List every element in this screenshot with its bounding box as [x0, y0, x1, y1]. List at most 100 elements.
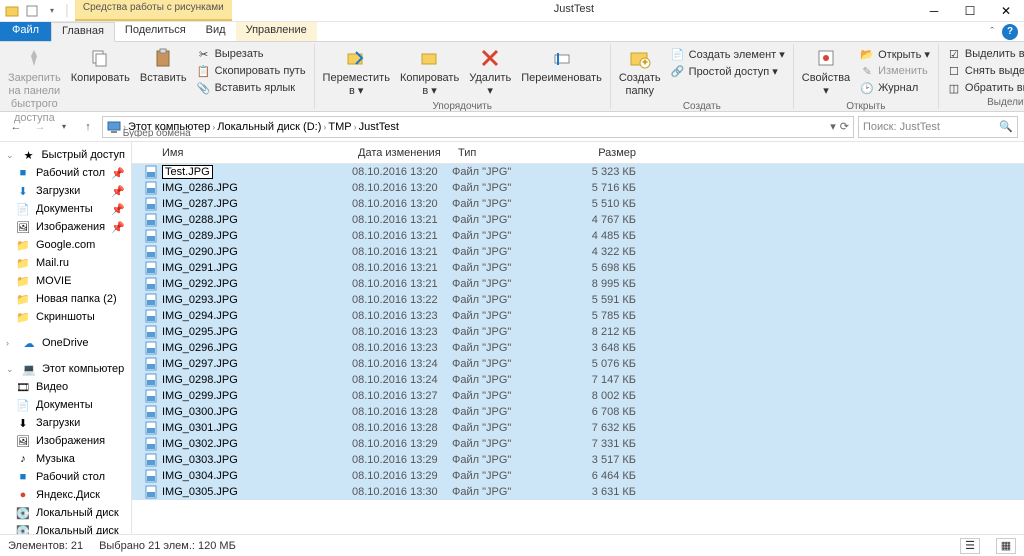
copy-path-button[interactable]: 📋Скопировать путь [193, 63, 310, 79]
table-row[interactable]: IMG_0291.JPG08.10.2016 13:21Файл "JPG"5 … [132, 260, 1024, 276]
table-row[interactable]: IMG_0287.JPG08.10.2016 13:20Файл "JPG"5 … [132, 196, 1024, 212]
invert-selection-button[interactable]: ◫Обратить выделение [943, 80, 1024, 96]
col-size[interactable]: Размер [552, 147, 642, 159]
nav-up-button[interactable]: ↑ [78, 117, 98, 137]
table-row[interactable]: IMG_0301.JPG08.10.2016 13:28Файл "JPG"7 … [132, 420, 1024, 436]
sidebar-google[interactable]: 📁Google.com [0, 236, 131, 254]
help-icon[interactable]: ? [1002, 24, 1018, 40]
col-name[interactable]: Имя [132, 147, 352, 159]
file-type: Файл "JPG" [452, 454, 552, 466]
sidebar-screenshots[interactable]: 📁Скриншоты [0, 308, 131, 326]
table-row[interactable]: IMG_0297.JPG08.10.2016 13:24Файл "JPG"5 … [132, 356, 1024, 372]
view-thumbnails-button[interactable]: ▦ [996, 538, 1016, 554]
select-all-button[interactable]: ☑Выделить все [943, 46, 1024, 62]
file-size: 4 322 КБ [552, 246, 642, 258]
tab-view[interactable]: Вид [196, 22, 236, 42]
column-headers[interactable]: Имя Дата изменения Тип Размер [132, 142, 1024, 164]
sidebar-downloads[interactable]: ⬇Загрузки📌 [0, 182, 131, 200]
jpg-file-icon [144, 357, 158, 371]
table-row[interactable]: IMG_0290.JPG08.10.2016 13:21Файл "JPG"4 … [132, 244, 1024, 260]
sidebar-documents2[interactable]: 📄Документы [0, 396, 131, 414]
nav-recent-dropdown[interactable]: ▾ [54, 117, 74, 137]
copy-to-button[interactable]: Копировать в ▾ [396, 44, 463, 100]
maximize-button[interactable]: ☐ [952, 0, 988, 22]
table-row[interactable]: IMG_0292.JPG08.10.2016 13:21Файл "JPG"8 … [132, 276, 1024, 292]
table-row[interactable]: IMG_0303.JPG08.10.2016 13:29Файл "JPG"3 … [132, 452, 1024, 468]
sidebar-local-c[interactable]: 💽Локальный диск [0, 504, 131, 522]
table-row[interactable]: IMG_0295.JPG08.10.2016 13:23Файл "JPG"8 … [132, 324, 1024, 340]
col-date[interactable]: Дата изменения [352, 147, 452, 159]
close-button[interactable]: ✕ [988, 0, 1024, 22]
table-row[interactable]: IMG_0294.JPG08.10.2016 13:23Файл "JPG"5 … [132, 308, 1024, 324]
properties-button[interactable]: Свойства ▾ [798, 44, 854, 100]
table-row[interactable]: IMG_0288.JPG08.10.2016 13:21Файл "JPG"4 … [132, 212, 1024, 228]
sidebar-mailru[interactable]: 📁Mail.ru [0, 254, 131, 272]
sidebar-documents[interactable]: 📄Документы📌 [0, 200, 131, 218]
sidebar-downloads2[interactable]: ⬇Загрузки [0, 414, 131, 432]
table-row[interactable]: IMG_0289.JPG08.10.2016 13:21Файл "JPG"4 … [132, 228, 1024, 244]
tab-home[interactable]: Главная [51, 22, 115, 42]
table-row[interactable]: IMG_0298.JPG08.10.2016 13:24Файл "JPG"7 … [132, 372, 1024, 388]
breadcrumb-tmp[interactable]: TMP [328, 121, 351, 133]
sidebar-pictures2[interactable]: 🖼Изображения [0, 432, 131, 450]
breadcrumb-current[interactable]: JustTest [359, 121, 399, 133]
sidebar-movie[interactable]: 📁MOVIE [0, 272, 131, 290]
edit-button[interactable]: ✎Изменить [856, 63, 934, 79]
nav-forward-button[interactable]: → [30, 117, 50, 137]
sidebar-video[interactable]: 🎞Видео [0, 378, 131, 396]
sidebar-desktop2[interactable]: ■Рабочий стол [0, 468, 131, 486]
search-input[interactable]: Поиск: JustTest 🔍 [858, 116, 1018, 138]
table-row[interactable]: IMG_0286.JPG08.10.2016 13:20Файл "JPG"5 … [132, 180, 1024, 196]
new-folder-button[interactable]: ✦ Создать папку [615, 44, 665, 100]
file-list[interactable]: Test.JPG08.10.2016 13:20Файл "JPG"5 323 … [132, 164, 1024, 534]
refresh-icon[interactable]: ⟳ [840, 120, 849, 133]
move-to-button[interactable]: Переместить в ▾ [319, 44, 394, 100]
sidebar-newfolder[interactable]: 📁Новая папка (2) [0, 290, 131, 308]
rename-button[interactable]: Переименовать [517, 44, 606, 87]
file-type: Файл "JPG" [452, 342, 552, 354]
qat-properties-icon[interactable] [24, 3, 40, 19]
tab-file[interactable]: Файл [0, 22, 51, 42]
sidebar-pictures[interactable]: 🖼Изображения📌 [0, 218, 131, 236]
sidebar-music[interactable]: ♪Музыка [0, 450, 131, 468]
new-item-button[interactable]: 📄Создать элемент ▾ [667, 46, 789, 62]
rename-input[interactable]: Test.JPG [162, 165, 213, 179]
tab-share[interactable]: Поделиться [115, 22, 196, 42]
col-type[interactable]: Тип [452, 147, 552, 159]
table-row[interactable]: IMG_0293.JPG08.10.2016 13:22Файл "JPG"5 … [132, 292, 1024, 308]
sidebar-this-pc[interactable]: ⌄💻Этот компьютер [0, 360, 131, 378]
ribbon-collapse-icon[interactable]: ˆ [990, 26, 994, 38]
open-button[interactable]: 📂Открыть ▾ [856, 46, 934, 62]
cut-button[interactable]: ✂Вырезать [193, 46, 310, 62]
table-row[interactable]: Test.JPG08.10.2016 13:20Файл "JPG"5 323 … [132, 164, 1024, 180]
view-details-button[interactable]: ☰ [960, 538, 980, 554]
breadcrumb-drive[interactable]: Локальный диск (D:) [217, 121, 321, 133]
sidebar-yandex[interactable]: ●Яндекс.Диск [0, 486, 131, 504]
sidebar-quick-access[interactable]: ⌄★Быстрый доступ [0, 146, 131, 164]
breadcrumb-dropdown-icon[interactable]: ▾ [830, 120, 836, 133]
table-row[interactable]: IMG_0302.JPG08.10.2016 13:29Файл "JPG"7 … [132, 436, 1024, 452]
breadcrumb-pc[interactable]: Этот компьютер [128, 121, 210, 133]
paste-button[interactable]: Вставить [136, 44, 191, 87]
file-size: 8 995 КБ [552, 278, 642, 290]
navigation-pane[interactable]: ⌄★Быстрый доступ ■Рабочий стол📌 ⬇Загрузк… [0, 142, 132, 534]
history-button[interactable]: 🕑Журнал [856, 80, 934, 96]
table-row[interactable]: IMG_0305.JPG08.10.2016 13:30Файл "JPG"3 … [132, 484, 1024, 500]
sidebar-onedrive[interactable]: ›☁OneDrive [0, 334, 131, 352]
delete-button[interactable]: Удалить ▾ [465, 44, 515, 100]
minimize-button[interactable]: ─ [916, 0, 952, 22]
tab-management[interactable]: Управление [236, 22, 317, 42]
table-row[interactable]: IMG_0296.JPG08.10.2016 13:23Файл "JPG"3 … [132, 340, 1024, 356]
qat-dropdown-icon[interactable]: ▾ [44, 3, 60, 19]
select-none-button[interactable]: ☐Снять выделение [943, 63, 1024, 79]
table-row[interactable]: IMG_0299.JPG08.10.2016 13:27Файл "JPG"8 … [132, 388, 1024, 404]
paste-shortcut-button[interactable]: 📎Вставить ярлык [193, 80, 310, 96]
sidebar-local-d[interactable]: 💽Локальный диск [0, 522, 131, 534]
nav-back-button[interactable]: ← [6, 117, 26, 137]
breadcrumb[interactable]: › Этот компьютер› Локальный диск (D:)› T… [102, 116, 854, 138]
table-row[interactable]: IMG_0300.JPG08.10.2016 13:28Файл "JPG"6 … [132, 404, 1024, 420]
sidebar-desktop[interactable]: ■Рабочий стол📌 [0, 164, 131, 182]
copy-button[interactable]: Копировать [67, 44, 134, 87]
easy-access-button[interactable]: 🔗Простой доступ ▾ [667, 63, 789, 79]
table-row[interactable]: IMG_0304.JPG08.10.2016 13:29Файл "JPG"6 … [132, 468, 1024, 484]
